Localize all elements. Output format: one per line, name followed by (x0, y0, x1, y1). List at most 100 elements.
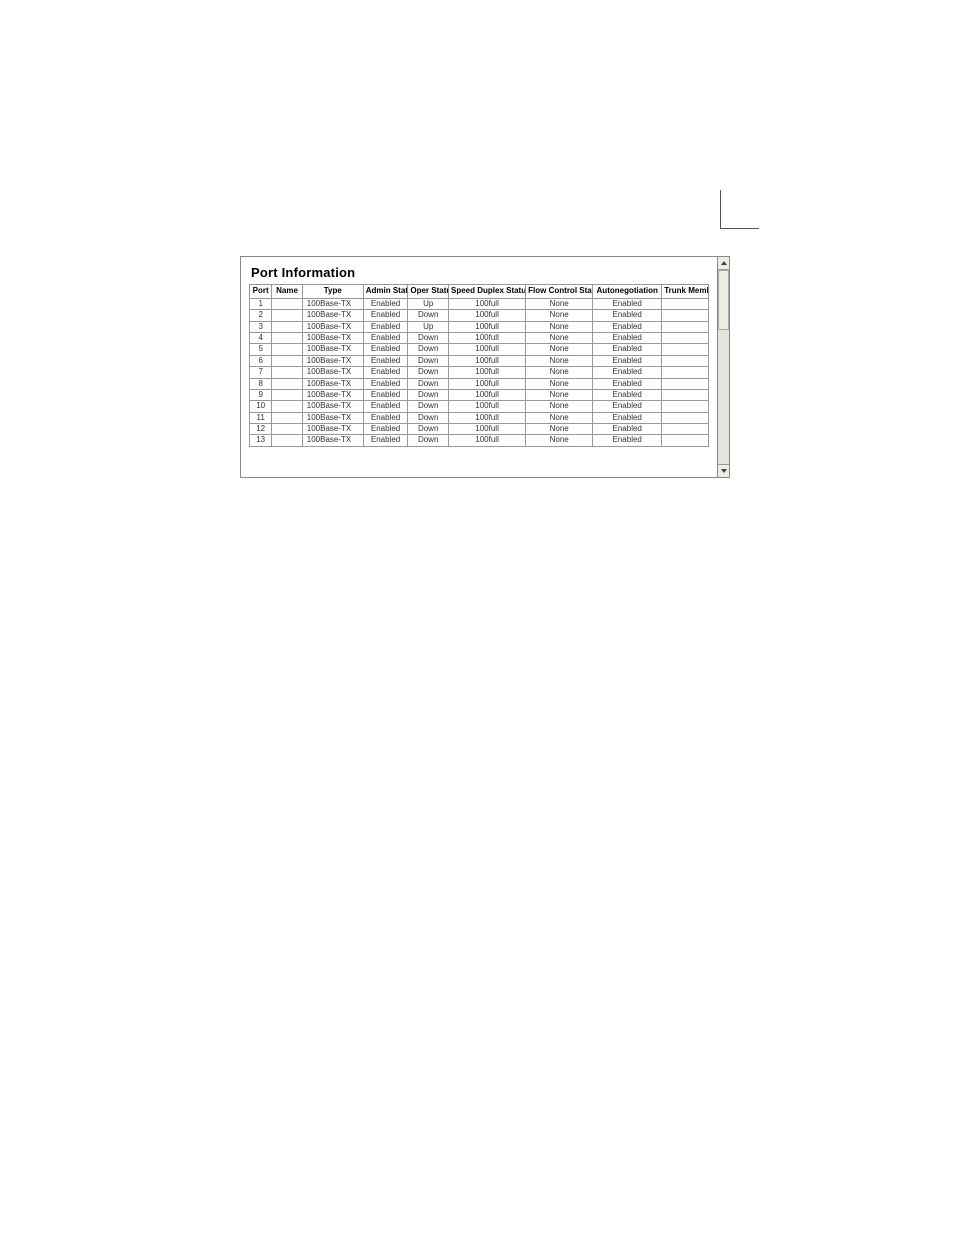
cell-speed: 100full (448, 389, 525, 400)
cell-flow: None (526, 310, 593, 321)
chevron-down-icon (721, 469, 727, 473)
cell-type: 100Base-TX (302, 367, 363, 378)
cell-oper: Down (408, 344, 449, 355)
cell-speed: 100full (448, 332, 525, 343)
cell-speed: 100full (448, 401, 525, 412)
cell-port: 11 (250, 412, 272, 423)
cell-type: 100Base-TX (302, 321, 363, 332)
col-admin: Admin Status (363, 285, 408, 299)
cell-flow: None (526, 344, 593, 355)
table-row: 11100Base-TXEnabledDown100fullNoneEnable… (250, 412, 709, 423)
cell-oper: Down (408, 378, 449, 389)
cell-trunk (662, 298, 709, 309)
cell-speed: 100full (448, 435, 525, 446)
cell-name (272, 310, 302, 321)
col-name: Name (272, 285, 302, 299)
table-row: 10100Base-TXEnabledDown100fullNoneEnable… (250, 401, 709, 412)
cell-port: 6 (250, 355, 272, 366)
cell-admin: Enabled (363, 355, 408, 366)
table-row: 13100Base-TXEnabledDown100fullNoneEnable… (250, 435, 709, 446)
cell-type: 100Base-TX (302, 389, 363, 400)
cell-trunk (662, 435, 709, 446)
cell-name (272, 298, 302, 309)
cell-trunk (662, 367, 709, 378)
cell-type: 100Base-TX (302, 401, 363, 412)
scroll-down-button[interactable] (718, 464, 729, 477)
col-speed: Speed Duplex Status (448, 285, 525, 299)
table-row: 9100Base-TXEnabledDown100fullNoneEnabled (250, 389, 709, 400)
cell-flow: None (526, 321, 593, 332)
panel-title: Port Information (251, 265, 709, 280)
cell-admin: Enabled (363, 344, 408, 355)
cell-admin: Enabled (363, 424, 408, 435)
cell-flow: None (526, 401, 593, 412)
cell-type: 100Base-TX (302, 412, 363, 423)
cell-auto: Enabled (593, 310, 662, 321)
cell-trunk (662, 424, 709, 435)
cell-trunk (662, 401, 709, 412)
cell-oper: Down (408, 401, 449, 412)
port-info-table: Port Name Type Admin Status Oper Status … (249, 284, 709, 447)
cell-name (272, 401, 302, 412)
cell-port: 9 (250, 389, 272, 400)
cell-oper: Up (408, 321, 449, 332)
table-row: 1100Base-TXEnabledUp100fullNoneEnabled (250, 298, 709, 309)
cell-flow: None (526, 378, 593, 389)
cell-flow: None (526, 332, 593, 343)
cell-oper: Down (408, 424, 449, 435)
cell-oper: Up (408, 298, 449, 309)
cell-speed: 100full (448, 298, 525, 309)
cell-admin: Enabled (363, 298, 408, 309)
cell-speed: 100full (448, 412, 525, 423)
cell-speed: 100full (448, 355, 525, 366)
cell-flow: None (526, 412, 593, 423)
cell-admin: Enabled (363, 310, 408, 321)
col-flow: Flow Control Status (526, 285, 593, 299)
cell-type: 100Base-TX (302, 424, 363, 435)
cell-port: 7 (250, 367, 272, 378)
cell-speed: 100full (448, 344, 525, 355)
table-row: 8100Base-TXEnabledDown100fullNoneEnabled (250, 378, 709, 389)
cell-oper: Down (408, 412, 449, 423)
cell-port: 4 (250, 332, 272, 343)
scroll-up-button[interactable] (718, 257, 729, 270)
col-trunk: Trunk Member (662, 285, 709, 299)
crop-mark (720, 190, 759, 229)
cell-port: 8 (250, 378, 272, 389)
cell-speed: 100full (448, 378, 525, 389)
cell-trunk (662, 310, 709, 321)
table-row: 7100Base-TXEnabledDown100fullNoneEnabled (250, 367, 709, 378)
scrollbar-track[interactable] (718, 270, 729, 464)
col-oper: Oper Status (408, 285, 449, 299)
cell-trunk (662, 321, 709, 332)
cell-name (272, 424, 302, 435)
cell-type: 100Base-TX (302, 355, 363, 366)
cell-name (272, 355, 302, 366)
cell-flow: None (526, 389, 593, 400)
cell-auto: Enabled (593, 355, 662, 366)
table-header-row: Port Name Type Admin Status Oper Status … (250, 285, 709, 299)
cell-speed: 100full (448, 424, 525, 435)
cell-trunk (662, 344, 709, 355)
cell-trunk (662, 355, 709, 366)
port-info-window: Port Information Port Name Type Admin St… (240, 256, 730, 478)
cell-auto: Enabled (593, 378, 662, 389)
cell-auto: Enabled (593, 321, 662, 332)
cell-auto: Enabled (593, 412, 662, 423)
cell-port: 3 (250, 321, 272, 332)
col-type: Type (302, 285, 363, 299)
cell-name (272, 378, 302, 389)
cell-port: 2 (250, 310, 272, 321)
cell-port: 12 (250, 424, 272, 435)
table-row: 5100Base-TXEnabledDown100fullNoneEnabled (250, 344, 709, 355)
table-row: 2100Base-TXEnabledDown100fullNoneEnabled (250, 310, 709, 321)
cell-oper: Down (408, 310, 449, 321)
vertical-scrollbar[interactable] (718, 256, 730, 478)
scrollbar-thumb[interactable] (718, 270, 729, 330)
cell-auto: Enabled (593, 344, 662, 355)
chevron-up-icon (721, 261, 727, 265)
cell-oper: Down (408, 389, 449, 400)
cell-type: 100Base-TX (302, 310, 363, 321)
table-row: 4100Base-TXEnabledDown100fullNoneEnabled (250, 332, 709, 343)
cell-name (272, 367, 302, 378)
